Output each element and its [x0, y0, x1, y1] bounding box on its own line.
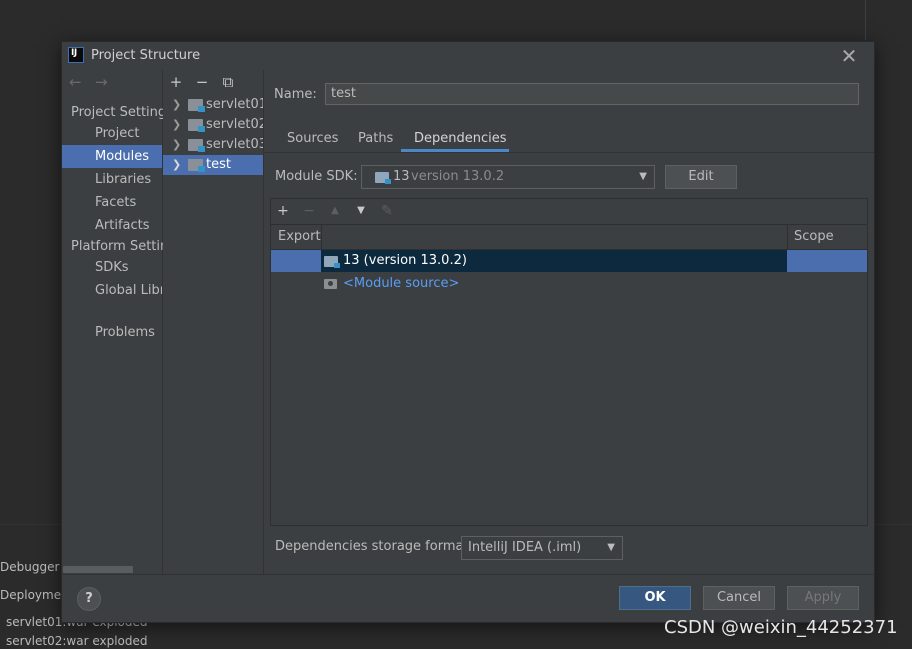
module-details-panel: Name: test Sources Paths Dependencies Mo…: [264, 70, 874, 574]
column-header-export[interactable]: Export: [278, 225, 321, 249]
nav-scrollbar[interactable]: [63, 566, 133, 573]
ok-button[interactable]: OK: [619, 586, 691, 610]
scope-cell[interactable]: [787, 250, 867, 272]
nav-item-libraries[interactable]: Libraries: [62, 168, 162, 191]
module-source-icon: [324, 279, 337, 289]
footer-divider: [62, 574, 874, 575]
export-cell[interactable]: [271, 250, 321, 272]
nav-item-project[interactable]: Project: [62, 122, 162, 145]
dialog-titlebar[interactable]: IJ Project Structure ✕: [62, 42, 874, 70]
tree-item-label: servlet02: [206, 117, 263, 132]
forward-arrow-icon[interactable]: →: [95, 73, 108, 91]
move-down-icon[interactable]: ▼: [352, 200, 370, 222]
sdk-version: version 13.0.2: [411, 169, 505, 184]
add-module-icon[interactable]: +: [167, 71, 185, 93]
module-tree: + − ⧉ ❯ servlet01 ❯ servlet02 ❯ servlet0…: [163, 70, 264, 574]
tab-paths[interactable]: Paths: [358, 127, 393, 151]
remove-module-icon[interactable]: −: [193, 71, 211, 93]
sdk-name: 13: [393, 169, 410, 184]
back-arrow-icon[interactable]: ←: [69, 73, 82, 91]
module-sdk-dropdown[interactable]: 13 version 13.0.2 ▼: [361, 165, 655, 189]
apply-button[interactable]: Apply: [787, 586, 859, 610]
module-sdk-label: Module SDK:: [275, 169, 358, 184]
dependency-label: <Module source>: [343, 276, 460, 291]
edit-sdk-button[interactable]: Edit: [665, 165, 737, 189]
tree-item-label: servlet01: [206, 97, 263, 112]
chevron-down-icon: ▼: [639, 171, 647, 182]
chevron-right-icon[interactable]: ❯: [172, 115, 181, 135]
name-label: Name:: [274, 87, 317, 102]
nav-item-facets[interactable]: Facets: [62, 191, 162, 214]
remove-dependency-icon[interactable]: −: [300, 200, 318, 222]
table-header: Export Scope: [271, 225, 867, 250]
intellij-icon: IJ: [68, 47, 84, 63]
dependency-cell[interactable]: 13 (version 13.0.2): [321, 250, 787, 272]
copy-module-icon[interactable]: ⧉: [219, 71, 237, 93]
edit-dependency-icon[interactable]: ✎: [378, 200, 396, 222]
chevron-down-icon: ▼: [607, 542, 615, 553]
cancel-button[interactable]: Cancel: [703, 586, 775, 610]
tree-item-label: servlet03: [206, 137, 263, 152]
project-settings-heading: Project Settings: [71, 105, 163, 120]
tree-item-servlet02[interactable]: ❯ servlet02: [163, 115, 263, 135]
ide-divider: [865, 0, 866, 40]
ide-artifact-row[interactable]: servlet02:war exploded: [6, 634, 148, 648]
nav-item-global-libraries[interactable]: Global Libraries: [62, 279, 162, 302]
dependency-label: 13 (version 13.0.2): [343, 253, 467, 268]
module-folder-icon: [188, 139, 205, 152]
module-folder-icon: [188, 159, 205, 172]
column-header-scope[interactable]: Scope: [794, 225, 834, 249]
tabs-divider: [264, 152, 874, 153]
nav-item-problems[interactable]: Problems: [62, 321, 162, 344]
chevron-right-icon[interactable]: ❯: [172, 135, 181, 155]
dependencies-toolbar: + − ▲ ▼ ✎: [270, 198, 868, 224]
ide-tab-debugger[interactable]: Debugger: [0, 560, 59, 574]
tree-item-label: test: [206, 157, 231, 172]
nav-item-artifacts[interactable]: Artifacts: [62, 214, 162, 237]
storage-format-dropdown[interactable]: IntelliJ IDEA (.iml) ▼: [461, 536, 623, 560]
help-icon[interactable]: ?: [77, 587, 101, 611]
close-icon[interactable]: ✕: [837, 44, 861, 68]
move-up-icon[interactable]: ▲: [326, 200, 344, 222]
tab-dependencies[interactable]: Dependencies: [414, 127, 507, 151]
module-name-input[interactable]: test: [325, 83, 859, 105]
table-row[interactable]: 13 (version 13.0.2): [271, 250, 867, 272]
chevron-right-icon[interactable]: ❯: [172, 155, 181, 175]
dependencies-table: Export Scope 13 (version 13.0.2) <Module…: [270, 224, 868, 526]
platform-settings-heading: Platform Settings: [71, 239, 163, 254]
tree-item-test[interactable]: ❯ test: [163, 155, 263, 175]
sdk-folder-icon: [324, 256, 340, 268]
add-dependency-icon[interactable]: +: [274, 200, 292, 222]
settings-nav: ← → Project Settings Project Modules Lib…: [62, 70, 163, 574]
watermark: CSDN @weixin_44252371: [664, 617, 898, 638]
storage-format-label: Dependencies storage format:: [275, 539, 473, 554]
tree-item-servlet01[interactable]: ❯ servlet01: [163, 95, 263, 115]
dialog-title: Project Structure: [91, 48, 201, 63]
sdk-folder-icon: [375, 172, 391, 184]
project-structure-dialog: IJ Project Structure ✕ ← → Project Setti…: [61, 41, 875, 623]
module-folder-icon: [188, 99, 205, 112]
chevron-right-icon[interactable]: ❯: [172, 95, 181, 115]
tab-sources[interactable]: Sources: [287, 127, 338, 151]
storage-format-value: IntelliJ IDEA (.iml): [468, 540, 582, 555]
module-folder-icon: [188, 119, 205, 132]
nav-item-modules[interactable]: Modules: [62, 145, 162, 168]
nav-item-sdks[interactable]: SDKs: [62, 256, 162, 279]
tree-item-servlet03[interactable]: ❯ servlet03: [163, 135, 263, 155]
